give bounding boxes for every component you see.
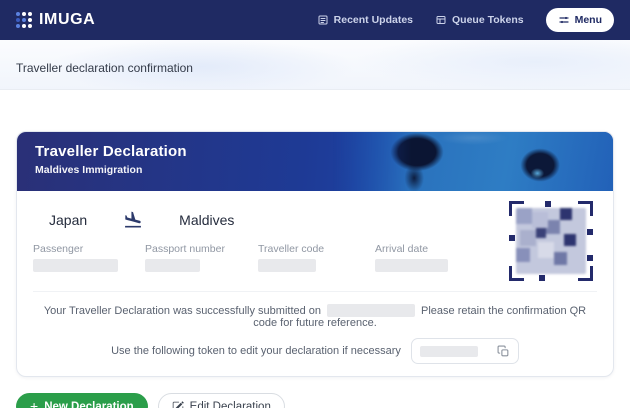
imuga-logo-icon <box>16 11 33 29</box>
tokens-icon <box>436 16 446 24</box>
redacted-submission-date <box>327 304 416 317</box>
page-header: Traveller declaration confirmation <box>0 40 630 90</box>
nav-link-label: Queue Tokens <box>452 14 524 26</box>
qr-corner-mark <box>578 201 593 216</box>
top-navbar: IMUGA Recent Updates Queue Tokens Menu <box>0 0 630 40</box>
declaration-card: Traveller Declaration Maldives Immigrati… <box>16 131 614 377</box>
page: IMUGA Recent Updates Queue Tokens Menu T… <box>0 0 630 408</box>
brand-logo[interactable]: IMUGA <box>16 11 95 29</box>
edit-icon <box>172 400 184 408</box>
card-header: Traveller Declaration Maldives Immigrati… <box>17 132 613 191</box>
redacted-token-value <box>419 345 478 357</box>
qr-redacted-mosaic <box>516 208 586 274</box>
qr-module <box>587 255 593 261</box>
route-destination: Maldives <box>179 212 235 228</box>
qr-module <box>545 201 551 207</box>
card-header-text: Traveller Declaration Maldives Immigrati… <box>17 132 613 176</box>
token-instruction: Use the following token to edit your dec… <box>111 345 401 357</box>
flight-land-icon <box>125 211 142 228</box>
new-declaration-label: New Declaration <box>44 400 134 408</box>
route-origin: Japan <box>49 212 88 228</box>
confirmation-text-before: Your Traveller Declaration was successfu… <box>43 305 322 317</box>
new-declaration-button[interactable]: + New Declaration <box>16 393 148 408</box>
qr-module <box>587 229 593 235</box>
nav-queue-tokens[interactable]: Queue Tokens <box>435 14 524 26</box>
qr-corner-mark <box>509 266 524 281</box>
confirmation-qr-code <box>509 201 593 281</box>
qr-corner-mark <box>578 266 593 281</box>
actions-row: + New Declaration Edit Declaration <box>16 393 630 408</box>
field-label: Passenger <box>33 243 84 255</box>
field-passenger: Passenger <box>33 243 145 277</box>
menu-button[interactable]: Menu <box>545 8 614 32</box>
field-label: Traveller code <box>258 243 325 255</box>
redacted-traveller-code-value <box>258 259 316 272</box>
qr-module <box>509 235 515 241</box>
nav-recent-updates[interactable]: Recent Updates <box>317 14 413 26</box>
news-icon <box>318 15 328 25</box>
edit-declaration-label: Edit Declaration <box>189 400 271 408</box>
brand-name: IMUGA <box>39 11 96 28</box>
redacted-passenger-value <box>33 259 118 272</box>
confirmation-message: Your Traveller Declaration was successfu… <box>33 291 597 329</box>
edit-declaration-button[interactable]: Edit Declaration <box>157 393 285 408</box>
token-field[interactable] <box>410 338 519 364</box>
field-traveller-code: Traveller code <box>258 243 375 277</box>
nav-link-label: Recent Updates <box>333 14 413 26</box>
qr-module <box>539 275 545 281</box>
copy-icon[interactable] <box>497 345 510 358</box>
field-label: Passport number <box>145 243 225 255</box>
redacted-passport-value <box>145 259 200 272</box>
main-content: Traveller Declaration Maldives Immigrati… <box>0 131 630 408</box>
redacted-arrival-date-value <box>375 259 448 272</box>
sliders-icon <box>558 16 569 24</box>
card-title: Traveller Declaration <box>35 143 187 160</box>
plus-icon: + <box>30 398 39 408</box>
card-body: Japan Maldives Passenger Passport number <box>17 191 613 376</box>
menu-button-label: Menu <box>574 14 602 26</box>
card-subtitle: Maldives Immigration <box>35 164 143 176</box>
page-title: Traveller declaration confirmation <box>16 60 193 75</box>
field-passport-number: Passport number <box>145 243 258 277</box>
navbar-links: Recent Updates Queue Tokens Menu <box>317 8 614 32</box>
qr-corner-mark <box>509 201 524 216</box>
token-row: Use the following token to edit your dec… <box>33 338 597 364</box>
